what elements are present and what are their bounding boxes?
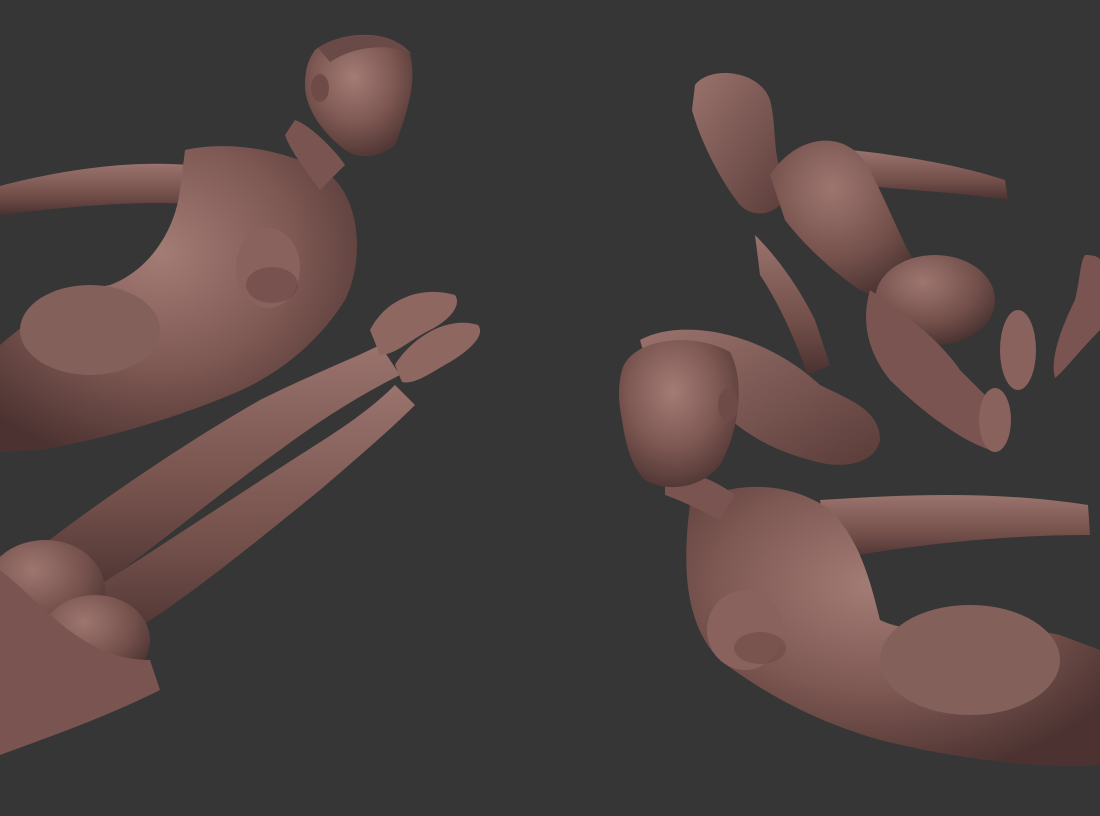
viewport-canvas[interactable] bbox=[0, 0, 1100, 816]
sculpt-viewport[interactable] bbox=[0, 0, 1100, 816]
flying-figure-model[interactable] bbox=[619, 329, 1100, 767]
